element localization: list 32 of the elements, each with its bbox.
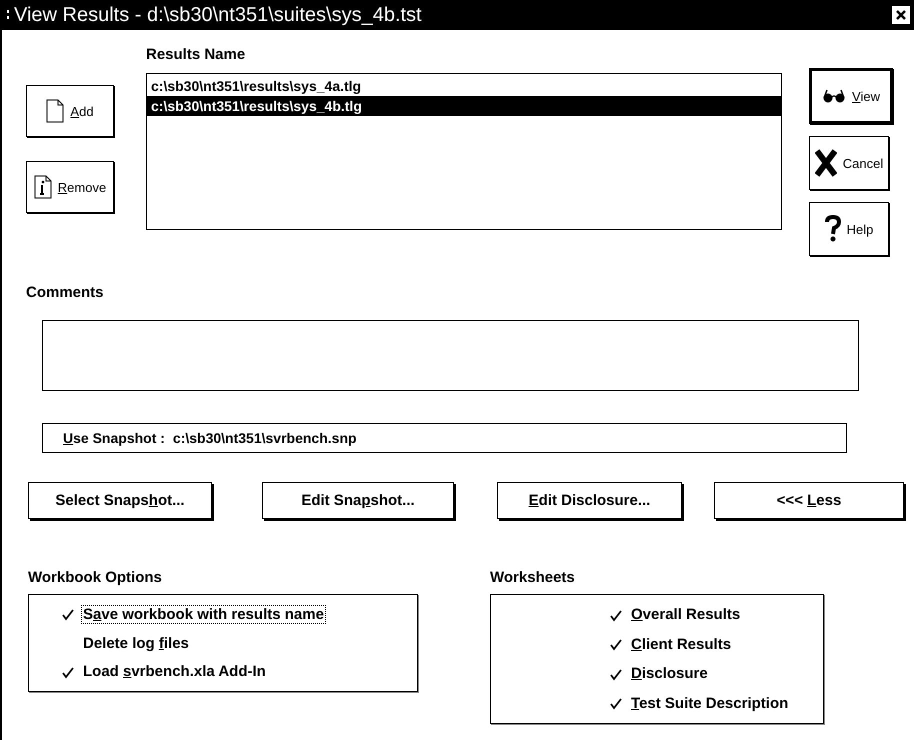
document-icon [46, 99, 64, 123]
cancel-button[interactable]: Cancel [809, 136, 889, 190]
action-button[interactable]: Select Snapshot... [28, 482, 212, 519]
worksheets-label: Worksheets [490, 569, 576, 586]
help-button[interactable]: Help [809, 202, 889, 256]
action-button[interactable]: Edit Disclosure... [497, 482, 682, 519]
list-item[interactable]: c:\sb30\nt351\results\sys_4b.tlg [147, 96, 781, 116]
x-icon [814, 149, 837, 177]
option-label[interactable]: Delete log files [81, 634, 191, 652]
remove-button[interactable]: Remove [26, 161, 114, 213]
snapshot-field[interactable]: Use Snapshot : c:\sb30\nt351\svrbench.snp [42, 423, 847, 453]
close-button[interactable] [892, 6, 910, 24]
results-name-label: Results Name [146, 46, 246, 63]
window-title: View Results - d:\sb30\nt351\suites\sys_4b.tst [14, 4, 423, 26]
action-button[interactable]: Edit Snapshot... [262, 482, 454, 519]
option-label[interactable]: Save workbook with results name [81, 604, 326, 624]
comments-field[interactable] [42, 320, 859, 391]
question-mark-icon [824, 215, 841, 243]
info-document-icon [34, 175, 52, 199]
view-button[interactable]: View [809, 68, 893, 124]
workbook-options-label: Workbook Options [28, 569, 163, 586]
option-label[interactable]: Load svrbench.xla Add-In [81, 662, 268, 682]
option-label[interactable]: Disclosure [629, 664, 710, 684]
close-icon [895, 9, 907, 21]
option-label[interactable]: Test Suite Description [629, 694, 790, 713]
system-menu-icon[interactable] [6, 8, 10, 22]
glasses-icon [822, 89, 846, 103]
option-label[interactable]: Client Results [629, 634, 734, 654]
comments-label: Comments [26, 284, 104, 301]
action-button[interactable]: <<< Less [714, 482, 904, 519]
option-label[interactable]: Overall Results [629, 605, 742, 624]
add-button[interactable]: Add [26, 85, 114, 137]
